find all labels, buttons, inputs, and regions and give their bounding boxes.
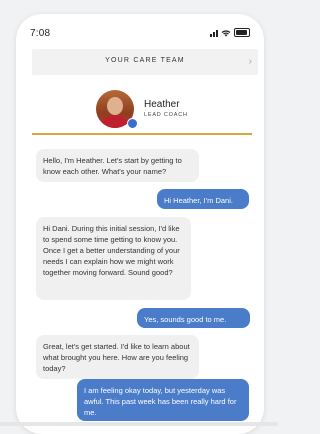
wifi-icon <box>221 29 231 36</box>
message-bubble-user: Yes, sounds good to me. <box>137 308 250 328</box>
status-bar: 7:08 <box>16 14 264 54</box>
message-bubble-coach: Hi Dani. During this initial session, I'… <box>36 217 191 300</box>
message-bubble-coach: Hello, I'm Heather. Let's start by getti… <box>36 149 199 182</box>
battery-icon <box>234 28 250 37</box>
care-team-header[interactable]: YOUR CARE TEAM › <box>32 49 258 75</box>
chevron-right-icon[interactable]: › <box>249 56 252 67</box>
signal-icon <box>210 29 218 37</box>
coach-role: LEAD COACH <box>144 112 188 118</box>
status-time: 7:08 <box>30 28 51 39</box>
message-bubble-coach: Great, let's get started. I'd like to le… <box>36 335 199 379</box>
bottom-edge <box>0 422 278 426</box>
phone-frame: 7:08 YOUR CARE TEAM › Heather LEAD COACH… <box>16 14 264 434</box>
header-title: YOUR CARE TEAM <box>105 57 185 64</box>
message-bubble-user: Hi Heather, I'm Dani. <box>157 189 249 209</box>
message-bubble-user: I am feeling okay today, but yesterday w… <box>77 379 249 421</box>
status-icons <box>210 28 250 37</box>
coach-name: Heather <box>144 99 180 110</box>
header-divider <box>32 133 252 135</box>
online-badge <box>127 118 138 129</box>
